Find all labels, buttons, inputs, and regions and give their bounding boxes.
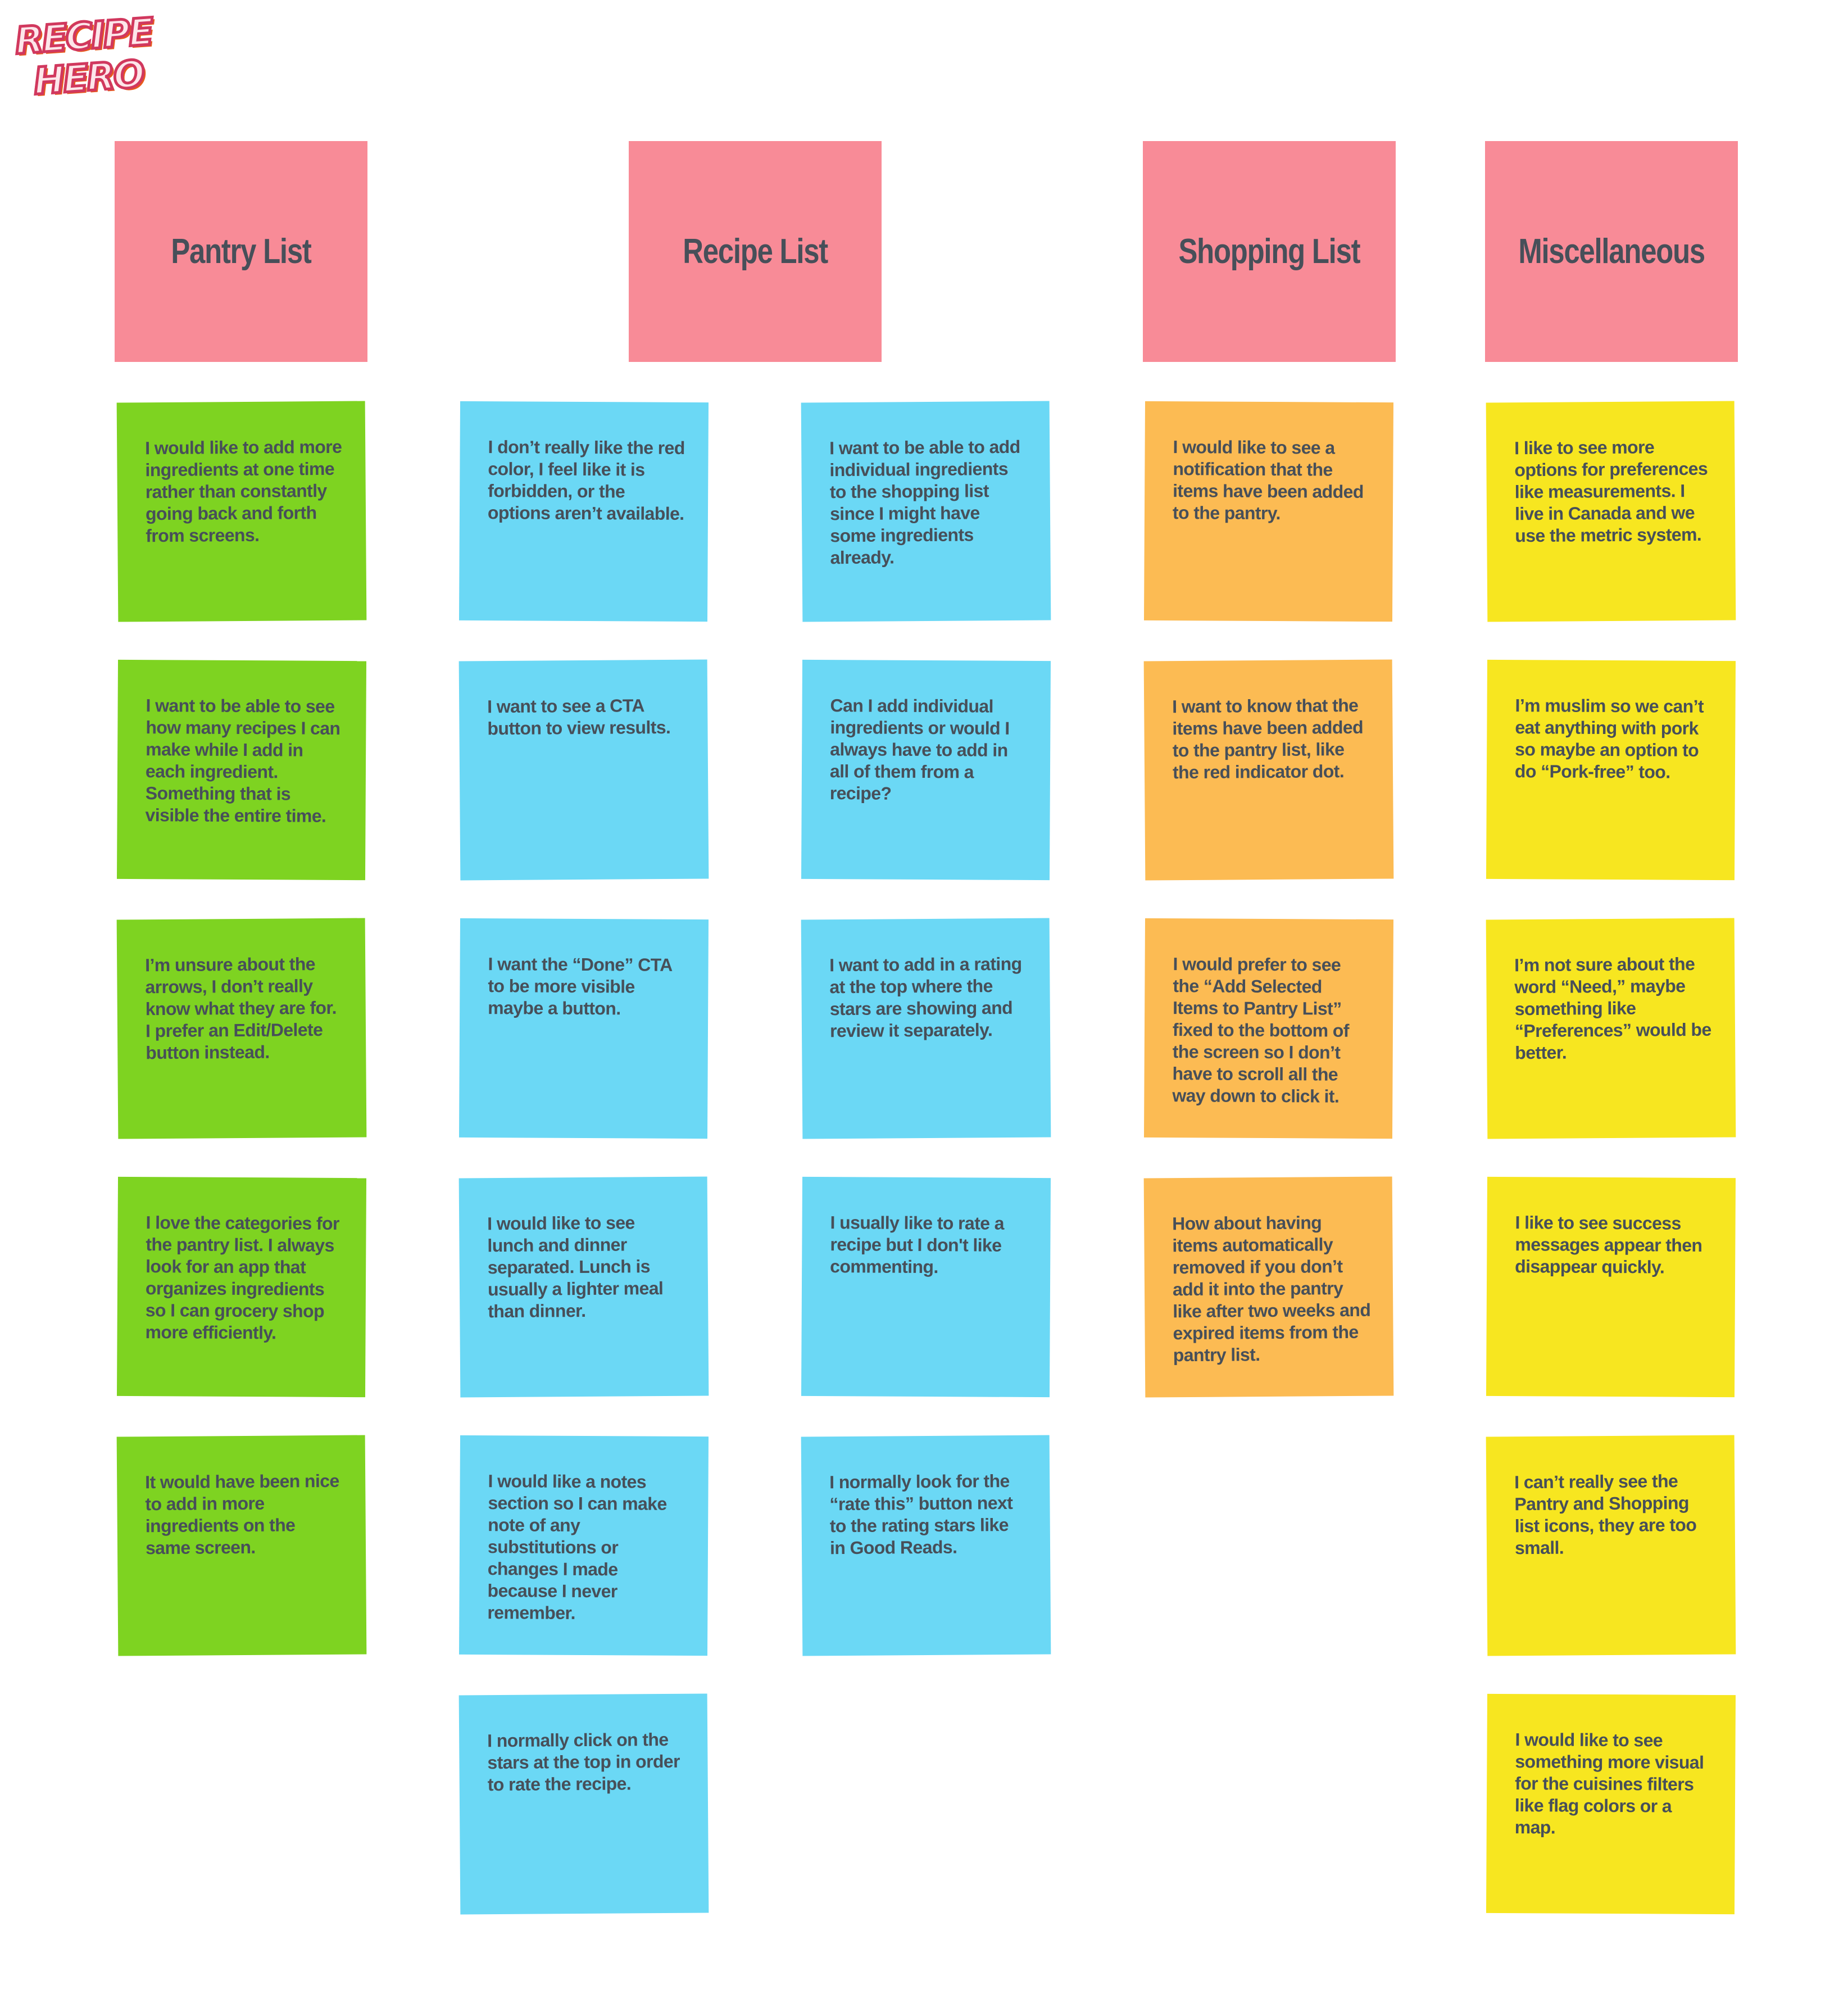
recipe-hero-logo: RECIPE HERO [12,8,157,116]
header-title: Miscellaneous [1518,232,1705,271]
sticky-note-recipe: I don’t really like the red color, I fee… [458,401,709,622]
sticky-note-recipe: I would like to see lunch and dinner sep… [458,1176,709,1398]
sticky-note-shopping: How about having items automatically rem… [1143,1176,1394,1398]
logo-line-2: HERO [31,51,146,105]
sticky-note-shopping: I want to know that the items have been … [1143,659,1394,881]
header-miscellaneous: Miscellaneous [1485,141,1738,362]
sticky-note-recipe: I normally look for the “rate this” butt… [801,1435,1051,1656]
sticky-note-misc: I like to see more options for preferenc… [1486,401,1736,622]
sticky-note-pantry: I’m unsure about the arrows, I don’t rea… [116,918,367,1139]
header-recipe-list: Recipe List [629,141,882,362]
header-title: Recipe List [683,232,828,271]
sticky-note-recipe: Can I add individual ingredients or woul… [801,659,1051,881]
sticky-note-recipe: I normally click on the stars at the top… [458,1693,709,1915]
header-shopping-list: Shopping List [1143,141,1396,362]
sticky-note-recipe: I want to see a CTA button to view resul… [458,659,709,881]
sticky-note-pantry: It would have been nice to add in more i… [116,1435,367,1656]
sticky-note-shopping: I would prefer to see the “Add Selected … [1143,918,1394,1139]
sticky-note-recipe: I want the “Done” CTA to be more visible… [458,918,709,1139]
header-pantry-list: Pantry List [115,141,367,362]
header-title: Pantry List [171,232,311,271]
sticky-note-recipe: I usually like to rate a recipe but I do… [801,1176,1051,1398]
sticky-note-pantry: I would like to add more ingredients at … [116,401,367,622]
sticky-note-recipe: I want to add in a rating at the top whe… [801,918,1051,1139]
sticky-note-misc: I’m muslim so we can’t eat anything with… [1486,659,1736,881]
header-title: Shopping List [1178,232,1361,271]
sticky-note-pantry: I love the categories for the pantry lis… [116,1176,367,1398]
sticky-note-misc: I’m not sure about the word “Need,” mayb… [1486,918,1736,1139]
sticky-note-recipe: I would like a notes section so I can ma… [458,1435,709,1656]
sticky-note-pantry: I want to be able to see how many recipe… [116,659,367,881]
sticky-note-misc: I can’t really see the Pantry and Shoppi… [1486,1435,1736,1656]
sticky-note-misc: I would like to see something more visua… [1486,1693,1736,1915]
sticky-note-misc: I like to see success messages appear th… [1486,1176,1736,1398]
sticky-note-shopping: I would like to see a notification that … [1143,401,1394,622]
sticky-note-recipe: I want to be able to add individual ingr… [801,401,1051,622]
